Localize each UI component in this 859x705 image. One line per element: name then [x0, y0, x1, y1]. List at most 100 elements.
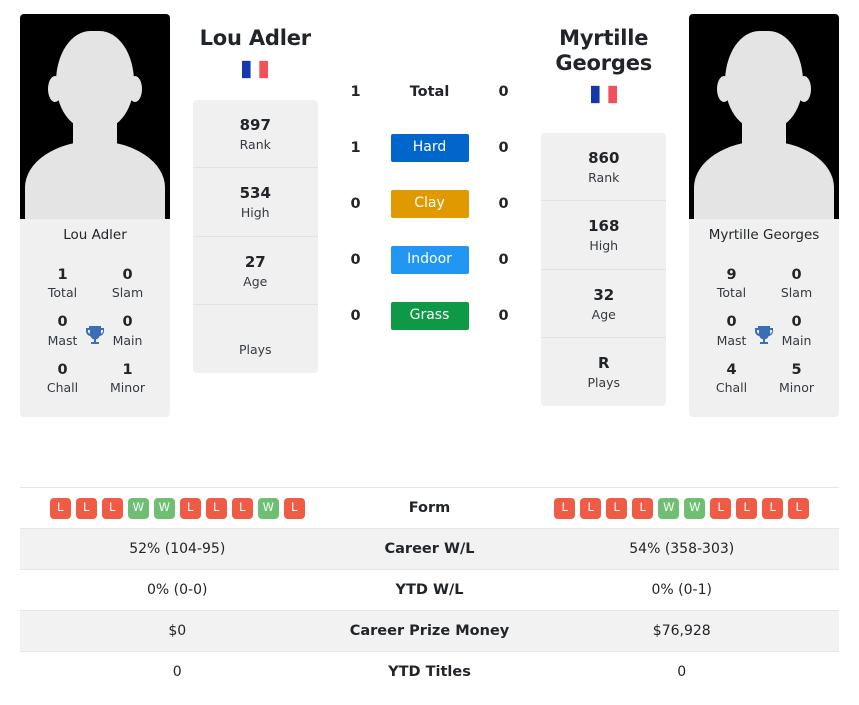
right-titles-chall-value: 4	[726, 361, 737, 378]
left-player-avatar	[20, 14, 170, 219]
left-info-rank-label: Rank	[239, 136, 271, 152]
table-row-career-prize-money: $0 Career Prize Money $76,928	[20, 610, 839, 651]
surface-clay-right-value: 0	[498, 196, 509, 212]
left-career-prize-money-value: $0	[168, 623, 187, 639]
left-titles-minor-value: 1	[122, 361, 133, 378]
right-ytd-titles-value: 0	[677, 664, 687, 680]
right-info-rank: 860 Rank	[541, 133, 667, 202]
surface-clay-left-value: 0	[350, 196, 361, 212]
right-info-age-value: 32	[593, 285, 615, 304]
surface-grass-badge[interactable]: Grass	[390, 302, 469, 330]
form-badge-loss: L	[75, 497, 97, 519]
trophy-icon	[83, 323, 107, 351]
right-player-photo-card[interactable]: Myrtille Georges 9 Total 0 Slam 0 Mast 0…	[689, 14, 839, 418]
form-badge-loss: L	[283, 497, 305, 519]
right-player-name: Myrtille Georges	[555, 26, 653, 75]
left-ytd-wl-value: 0% (0-0)	[147, 582, 208, 598]
left-info-age-label: Age	[243, 273, 268, 289]
left-info-high-value: 534	[239, 184, 271, 203]
trophy-icon-svg	[755, 325, 773, 344]
form-badge-win: W	[127, 497, 149, 519]
left-titles-total-label: Total	[47, 285, 78, 301]
right-info-plays-label: Plays	[587, 375, 621, 391]
surface-row-indoor: 0 Indoor 0	[341, 232, 519, 288]
form-badge-loss: L	[179, 497, 201, 519]
france-flag-icon-left	[242, 60, 269, 82]
right-career-prize-money-value: $76,928	[652, 623, 711, 639]
surface-indoor-right-value: 0	[498, 252, 509, 268]
right-player-name-column: Myrtille Georges 860 Rank 168 High 32 Ag…	[519, 10, 690, 406]
right-titles-slam-value: 0	[791, 266, 802, 283]
surface-hard-right-value: 0	[498, 140, 509, 156]
right-player-titles-grid: 9 Total 0 Slam 0 Mast 0 Main 4 Chall 5 M…	[689, 256, 839, 418]
france-flag-icon-right	[590, 85, 617, 107]
left-player-photo-card[interactable]: Lou Adler 1 Total 0 Slam 0 Mast 0 Main 0…	[20, 14, 170, 418]
left-info-age: 27 Age	[192, 237, 318, 306]
table-label-career-prize-money: Career Prize Money	[349, 623, 510, 639]
form-badge-loss: L	[580, 497, 602, 519]
form-badge-loss: L	[49, 497, 71, 519]
comparison-header: Lou Adler 1 Total 0 Slam 0 Mast 0 Main 0…	[0, 0, 859, 487]
left-info-high: 534 High	[192, 168, 318, 237]
player-comparison-page: Lou Adler 1 Total 0 Slam 0 Mast 0 Main 0…	[0, 0, 859, 705]
right-form-badges: LLLLWWLLLL	[554, 497, 810, 519]
surface-row-grass: 0 Grass 0	[341, 288, 519, 344]
left-titles-chall-label: Chall	[46, 380, 79, 396]
right-titles-total: 9 Total	[699, 261, 764, 308]
table-label-form: Form	[408, 500, 451, 516]
right-info-plays-value: R	[597, 354, 610, 373]
surface-total-left-value: 1	[350, 84, 361, 100]
trophy-icon-svg	[86, 325, 104, 344]
avatar-body-shape	[694, 141, 834, 219]
left-form-cell: LLLWWLLLWL	[20, 490, 335, 527]
left-career-wl-value: 52% (104-95)	[129, 541, 226, 557]
table-label-ytd-wl: YTD W/L	[395, 582, 464, 598]
right-info-age: 32 Age	[541, 270, 667, 339]
trophy-icon	[752, 323, 776, 351]
right-titles-slam: 0 Slam	[764, 261, 829, 308]
left-player-name: Lou Adler	[199, 26, 312, 50]
right-titles-total-value: 9	[726, 266, 737, 283]
right-player-info-card: 860 Rank 168 High 32 Age R Plays	[541, 132, 667, 406]
surface-total-label: Total	[409, 84, 450, 100]
table-row-ytd-titles: 0 YTD Titles 0	[20, 651, 839, 692]
left-player-name-column: Lou Adler 897 Rank 534 High 27 Age Plays	[170, 10, 341, 373]
form-badge-loss: L	[632, 497, 654, 519]
france-flag-svg-left	[242, 60, 269, 78]
right-titles-slam-label: Slam	[780, 285, 813, 301]
right-titles-minor-label: Minor	[779, 380, 814, 396]
right-info-rank-value: 860	[588, 148, 620, 167]
surface-row-clay: 0 Clay 0	[341, 176, 519, 232]
surface-grass-right-value: 0	[498, 308, 509, 324]
left-info-rank-value: 897	[239, 115, 271, 134]
left-ytd-titles-value: 0	[172, 664, 182, 680]
right-career-wl-value: 54% (358-303)	[629, 541, 735, 557]
surface-clay-badge[interactable]: Clay	[390, 190, 469, 218]
surface-indoor-badge[interactable]: Indoor	[390, 246, 469, 274]
surface-comparison: 1 Total 0 1 Hard 0 0 Clay 0 0 Indoor 0 0	[341, 10, 519, 344]
form-badge-win: W	[257, 497, 279, 519]
surface-grass-left-value: 0	[350, 308, 361, 324]
form-badge-loss: L	[231, 497, 253, 519]
left-info-high-label: High	[240, 205, 270, 221]
right-player-avatar	[689, 14, 839, 219]
left-titles-total: 1 Total	[30, 261, 95, 308]
table-row-career-wl: 52% (104-95) Career W/L 54% (358-303)	[20, 528, 839, 569]
surface-row-hard: 1 Hard 0	[341, 120, 519, 176]
france-flag-svg-right	[590, 85, 617, 103]
stats-comparison-table: LLLWWLLLWL Form LLLLWWLLLL 52% (104-95) …	[0, 487, 859, 692]
form-badge-loss: L	[736, 497, 758, 519]
right-info-age-label: Age	[591, 306, 616, 322]
surface-row-total: 1 Total 0	[341, 64, 519, 120]
right-titles-minor-value: 5	[791, 361, 802, 378]
left-info-plays-value	[197, 320, 314, 341]
form-badge-loss: L	[554, 497, 576, 519]
left-titles-total-value: 1	[57, 266, 68, 283]
surface-hard-badge[interactable]: Hard	[390, 134, 469, 162]
left-titles-chall-value: 0	[57, 361, 68, 378]
table-row-form: LLLWWLLLWL Form LLLLWWLLLL	[20, 487, 839, 528]
left-titles-minor: 1 Minor	[95, 356, 160, 403]
left-titles-slam-value: 0	[122, 266, 133, 283]
form-badge-loss: L	[606, 497, 628, 519]
form-badge-loss: L	[788, 497, 810, 519]
